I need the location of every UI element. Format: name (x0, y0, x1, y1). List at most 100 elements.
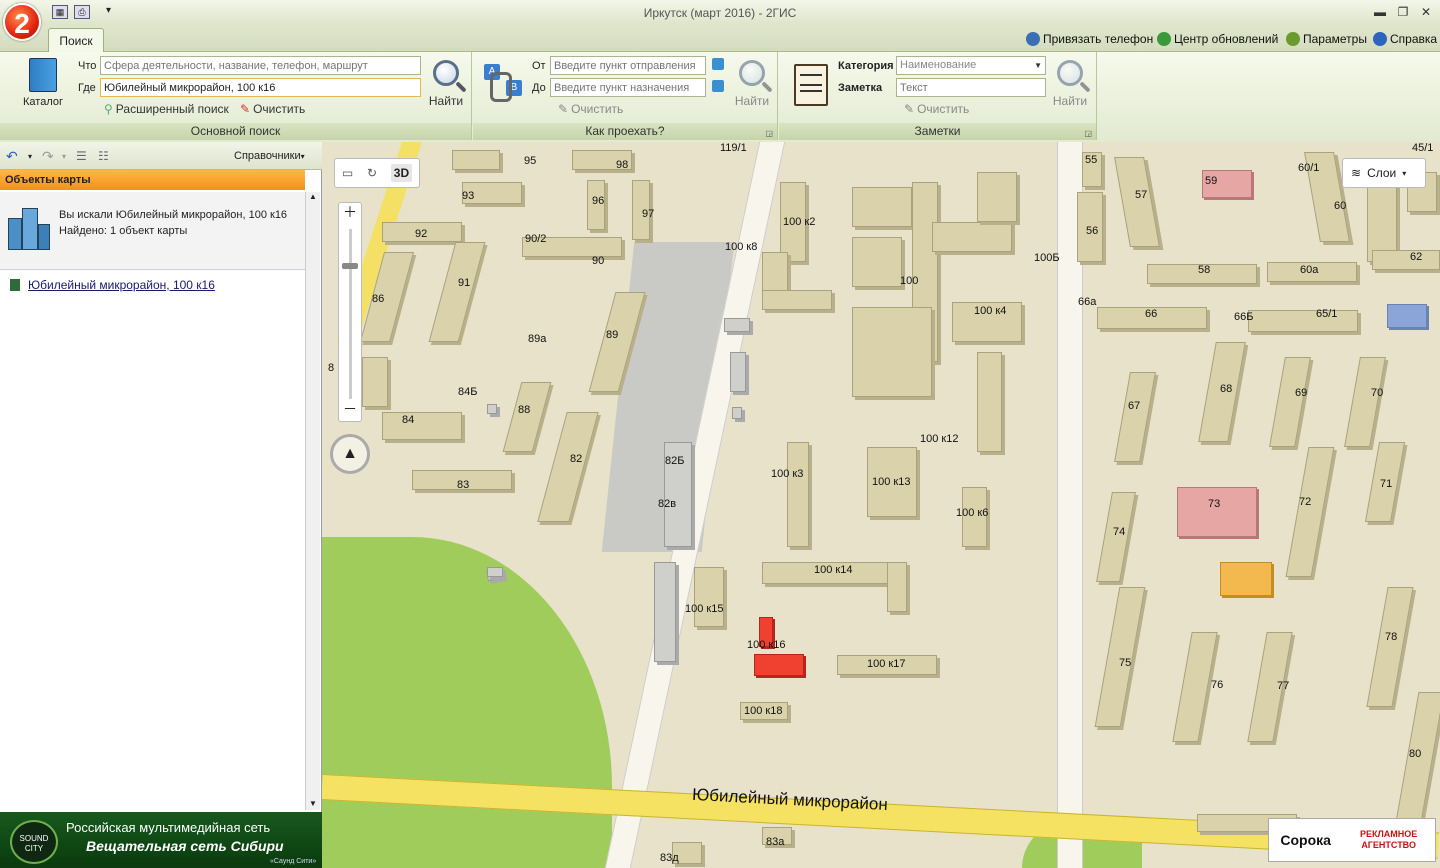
label-90: 90 (592, 255, 605, 267)
route-search-icon (739, 60, 765, 86)
highlighted-building-base[interactable] (754, 654, 804, 676)
label-71: 71 (1380, 478, 1393, 490)
main-clear-label: Очистить (253, 102, 306, 116)
search-icon (433, 60, 459, 86)
update-center-link[interactable]: Центр обновлений (1157, 32, 1278, 46)
label-119-1: 119/1 (720, 142, 747, 154)
category-select-value: Наименование (900, 59, 977, 71)
to-label: До (532, 82, 546, 94)
label-83: 83 (457, 479, 470, 491)
label-62: 62 (1410, 251, 1423, 263)
ruler-icon[interactable]: ▭ (342, 166, 353, 180)
bind-phone-link[interactable]: Привязать телефон (1026, 32, 1153, 46)
layers-button[interactable]: ≋ Слои ▾ (1342, 158, 1426, 188)
note-text-input[interactable] (896, 78, 1046, 97)
zoom-in-icon[interactable]: ＋ (339, 203, 361, 221)
forward-menu-icon[interactable]: ▾ (62, 152, 66, 161)
notes-expand-icon[interactable]: ◲ (1084, 129, 1092, 138)
result-item-link[interactable]: Юбилейный микрорайон, 100 к16 (28, 278, 215, 292)
to-pick-icon[interactable] (712, 80, 724, 92)
label-84: 84 (402, 414, 415, 426)
label-93: 93 (462, 190, 475, 202)
banner-small: «Саунд Сити» (270, 858, 317, 865)
settings-link[interactable]: Параметры (1286, 32, 1367, 46)
left-scrollbar[interactable]: ▲ ▼ (305, 192, 320, 810)
label-66b: 66Б (1234, 311, 1254, 323)
label-90-2: 90/2 (525, 233, 547, 245)
notes-find-button[interactable]: Найти (1050, 60, 1090, 108)
label-69: 69 (1295, 387, 1308, 399)
catalog-label: Каталог (23, 96, 63, 108)
main-find-button[interactable]: Найти (426, 60, 466, 108)
route-expand-icon[interactable]: ◲ (765, 129, 773, 138)
label-78: 78 (1385, 631, 1398, 643)
label-67: 67 (1128, 400, 1141, 412)
notes-eraser-icon: ✎ (904, 102, 915, 116)
settings-label: Параметры (1303, 32, 1367, 46)
label-70: 70 (1371, 387, 1384, 399)
result-building-icon (10, 279, 20, 291)
label-60a: 60а (1300, 264, 1319, 276)
notes-clear-label: Очистить (917, 102, 970, 116)
soroka-logo: Сорока (1280, 832, 1331, 848)
soroka-ad[interactable]: Сорока РЕКЛАМНОЕ АГЕНТСТВО (1268, 818, 1436, 862)
label-60-1: 60/1 (1298, 162, 1320, 174)
advanced-search-button[interactable]: ⚲ Расширенный поиск (104, 102, 229, 116)
searched-text: Вы искали Юбилейный микрорайон, 100 к16 (59, 209, 288, 221)
notes-group-label: Заметки (779, 123, 1096, 140)
from-pick-icon[interactable] (712, 58, 724, 70)
note-label: Заметка (838, 82, 883, 94)
app-logo[interactable]: 2 (3, 3, 41, 41)
tab-search[interactable]: Поиск (48, 28, 104, 53)
label-55: 55 (1085, 154, 1098, 166)
route-clear-button[interactable]: ✎ Очистить (558, 102, 623, 116)
scroll-up-icon[interactable]: ▲ (306, 192, 320, 201)
from-input[interactable] (550, 56, 706, 75)
label-83a: 83а (766, 836, 785, 848)
zoom-handle[interactable] (342, 263, 358, 269)
help-icon (1373, 32, 1387, 46)
label-100k14: 100 к14 (814, 564, 853, 576)
close-button[interactable]: ✕ (1416, 3, 1436, 21)
help-link[interactable]: Справка (1373, 32, 1437, 46)
to-input[interactable] (550, 78, 706, 97)
compass-icon[interactable]: ▲ (330, 434, 370, 474)
back-icon[interactable]: ↶ (6, 148, 18, 165)
tree-view-icon[interactable]: ☷ (98, 149, 109, 163)
layers-icon: ≋ (1351, 166, 1362, 180)
label-98: 98 (616, 159, 629, 171)
category-select[interactable]: Наименование ▼ (896, 56, 1046, 75)
sound-city-logo: SOUND CITY (10, 820, 58, 864)
map-tools: ▭ ↻ 3D (334, 158, 420, 188)
label-60: 60 (1334, 200, 1347, 212)
where-input[interactable] (100, 78, 421, 97)
directories-chevron-icon: ▾ (300, 152, 305, 161)
zoom-slider[interactable]: ＋ － (338, 202, 362, 422)
main-clear-button[interactable]: ✎ Очистить (240, 102, 305, 116)
minimize-button[interactable]: ▬ (1370, 3, 1390, 21)
zoom-out-icon[interactable]: － (339, 399, 361, 419)
route-find-button[interactable]: Найти (732, 60, 772, 108)
catalog-button[interactable]: Каталог (18, 58, 68, 108)
label-56: 56 (1086, 225, 1099, 237)
directories-dropdown[interactable]: Справочники▾ (234, 150, 305, 162)
what-input[interactable] (100, 56, 421, 75)
notes-clear-button[interactable]: ✎ Очистить (904, 102, 969, 116)
rotate-icon[interactable]: ↻ (367, 166, 377, 180)
list-view-icon[interactable]: ☰ (76, 149, 87, 163)
from-label: От (532, 60, 546, 72)
label-97: 97 (642, 208, 655, 220)
buildings-icon (6, 208, 52, 252)
label-66: 66 (1145, 308, 1158, 320)
route-ab-icon: A B (484, 62, 526, 106)
forward-icon[interactable]: ↷ (42, 148, 54, 165)
mode-3d-button[interactable]: 3D (390, 164, 413, 182)
back-menu-icon[interactable]: ▾ (28, 152, 32, 161)
label-82: 82 (570, 453, 583, 465)
label-82b: 82Б (665, 455, 685, 467)
label-84b: 84Б (458, 386, 478, 398)
maximize-button[interactable]: ❐ (1393, 3, 1413, 21)
catalog-icon (29, 58, 57, 92)
map[interactable]: Юбилейный микрорайон 95 98 119/1 93 96 9… (322, 142, 1440, 868)
scroll-down-icon[interactable]: ▼ (306, 799, 320, 808)
